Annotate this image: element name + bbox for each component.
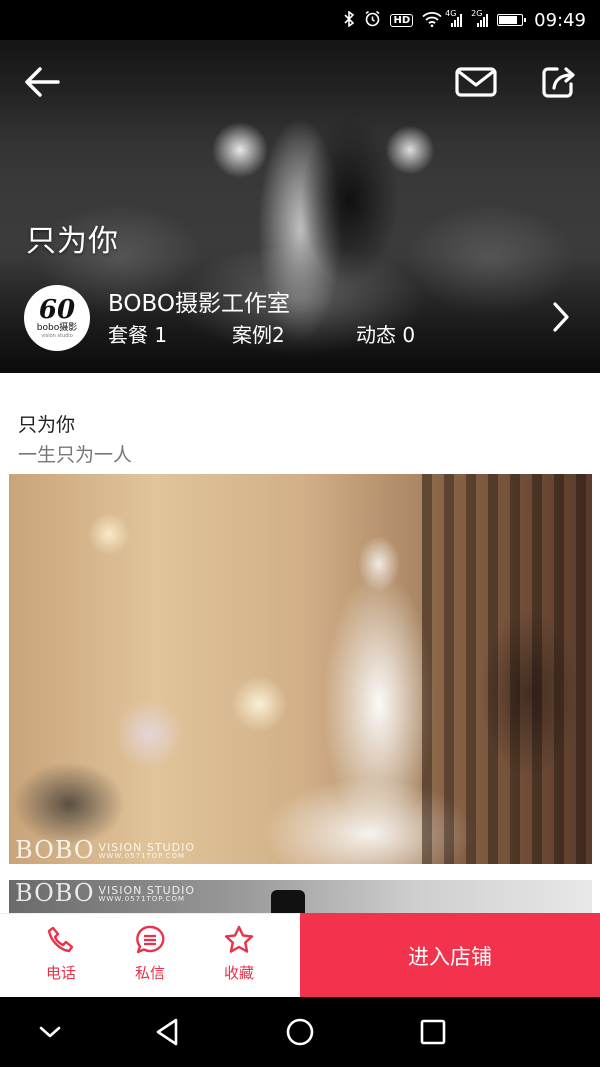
logo-tagline: vision studio: [41, 333, 73, 339]
studio-detail-button[interactable]: [546, 300, 574, 334]
mail-icon: [455, 67, 497, 97]
photo-watermark: BOBO VISION STUDIO WWW.0571TOP.COM: [15, 881, 195, 905]
hero-overlay: [0, 40, 600, 373]
alarm-icon: [364, 10, 381, 30]
system-nav-bar: [0, 997, 600, 1067]
triangle-back-icon: [156, 1018, 178, 1046]
favorite-button[interactable]: 收藏: [204, 924, 274, 983]
section-subtitle: 一生只为一人: [18, 444, 133, 466]
arrow-left-icon: [25, 67, 60, 97]
stat-updates[interactable]: 动态 0: [356, 319, 415, 348]
logo-text: bobo摄影: [36, 323, 78, 333]
favorite-label: 收藏: [223, 964, 254, 982]
phone-label: 电话: [45, 964, 76, 982]
watermark-url: WWW.0571TOP.COM: [98, 895, 186, 903]
photo-curtain: [422, 474, 592, 864]
studio-name[interactable]: BOBO摄影工作室: [108, 284, 290, 318]
section-title: 只为你: [18, 414, 76, 436]
message-label: 私信: [134, 964, 165, 982]
status-bar: HD 4G 2G 09:49: [0, 0, 600, 40]
nav-back-button[interactable]: [150, 1014, 186, 1050]
nav-home-button[interactable]: [282, 1014, 318, 1050]
watermark-brand: BOBO: [15, 836, 95, 864]
studio-logo[interactable]: 60 bobo摄影 vision studio: [24, 285, 90, 351]
hero-title: 只为你: [26, 224, 119, 259]
logo-mark: 60: [38, 295, 76, 325]
bottom-action-bar: 电话 私信 收藏 进入店铺: [0, 913, 600, 998]
message-button[interactable]: 私信: [115, 924, 185, 983]
mail-button[interactable]: [454, 66, 498, 98]
signal-4g-label: 4G: [445, 9, 457, 18]
back-button[interactable]: [22, 62, 62, 102]
nav-hide-button[interactable]: [32, 1014, 68, 1050]
circle-home-icon: [286, 1018, 314, 1046]
chat-icon: [136, 925, 165, 954]
bluetooth-icon: [343, 9, 355, 30]
chevron-down-icon: [39, 1026, 61, 1038]
watermark-url: WWW.0571TOP.COM: [98, 852, 186, 860]
phone-button[interactable]: 电话: [26, 924, 96, 983]
status-time: 09:49: [534, 9, 586, 31]
square-recents-icon: [420, 1019, 446, 1045]
signal-4g-icon: 4G: [445, 9, 463, 27]
signal-2g-icon: 2G: [471, 9, 489, 27]
hd-badge: HD: [390, 13, 414, 27]
share-button[interactable]: [540, 64, 578, 100]
wifi-icon: [422, 11, 442, 30]
stat-packages[interactable]: 套餐 1: [108, 319, 167, 348]
gallery-photo[interactable]: BOBO VISION STUDIO WWW.0571TOP.COM: [9, 474, 592, 864]
nav-recents-button[interactable]: [415, 1014, 451, 1050]
star-icon: [224, 925, 254, 953]
chevron-right-icon: [553, 302, 569, 332]
watermark-brand: BOBO: [15, 880, 95, 907]
phone-icon: [47, 926, 74, 953]
enter-store-button[interactable]: 进入店铺: [300, 913, 600, 998]
battery-icon: [497, 14, 527, 26]
share-icon: [542, 67, 575, 98]
photo-watermark: BOBO VISION STUDIO WWW.0571TOP.COM: [15, 838, 195, 862]
hero-cover-image: 只为你 60 bobo摄影 vision studio BOBO摄影工作室 套餐…: [0, 40, 600, 373]
signal-2g-label: 2G: [471, 9, 483, 18]
stat-cases[interactable]: 案例2: [232, 319, 285, 348]
